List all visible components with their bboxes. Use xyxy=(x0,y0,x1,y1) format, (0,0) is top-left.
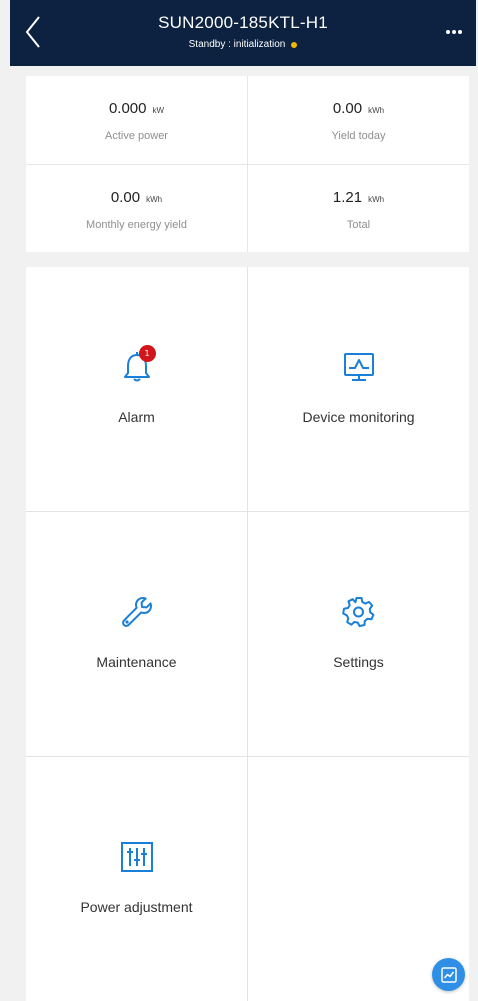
tile-power-adjustment[interactable]: Power adjustment xyxy=(26,757,247,1001)
device-status: Standby : initialization xyxy=(10,39,476,50)
trend-chart-icon xyxy=(440,966,457,983)
tile-label: Power adjustment xyxy=(80,899,193,915)
stat-value: 0.00 xyxy=(110,189,141,206)
stat-label: Total xyxy=(346,219,371,231)
energy-summary: 0.000 kW Active power 0.00 kWh Yield today… xyxy=(26,76,469,252)
stat-yield-today: 0.00 kWh Yield today xyxy=(248,76,469,164)
divider xyxy=(26,164,469,165)
stat-value: 0.00 xyxy=(332,100,363,117)
stat-unit: kWh xyxy=(368,195,385,204)
stat-label: Monthly energy yield xyxy=(86,219,187,231)
more-button[interactable] xyxy=(442,20,466,44)
function-grid: 1 Alarm Device monitoring Maintenance Se… xyxy=(26,267,469,1001)
stat-monthly-yield: 0.00 kWh Monthly energy yield xyxy=(26,165,247,253)
sliders-icon xyxy=(120,842,153,872)
page-title: SUN2000-185KTL-H1 xyxy=(158,13,328,32)
stat-unit: kW xyxy=(152,106,165,115)
tile-label: Alarm xyxy=(118,409,155,425)
stat-label: Yield today xyxy=(331,130,386,142)
tile-alarm[interactable]: 1 Alarm xyxy=(26,267,247,511)
tile-device-monitoring[interactable]: Device monitoring xyxy=(248,267,469,511)
status-dot xyxy=(291,41,298,48)
tile-label: Device monitoring xyxy=(302,409,415,425)
stat-unit: kWh xyxy=(368,106,385,115)
stat-value: 0.000 xyxy=(108,100,147,117)
status-text: Standby : initialization xyxy=(188,39,286,50)
monitor-icon xyxy=(343,353,374,381)
alarm-count-badge: 1 xyxy=(138,345,156,362)
stat-active-power: 0.000 kW Active power xyxy=(26,76,247,164)
gear-icon xyxy=(341,597,374,627)
app-header: SUN2000-185KTL-H1 Standby : initializati… xyxy=(10,0,476,66)
stat-total-yield: 1.21 kWh Total xyxy=(248,165,469,253)
stat-label: Active power xyxy=(105,130,168,142)
tile-maintenance[interactable]: Maintenance xyxy=(26,512,247,756)
tile-label: Maintenance xyxy=(96,654,177,670)
tile-label: Settings xyxy=(333,654,384,670)
wrench-icon xyxy=(121,597,152,627)
more-horizontal-icon xyxy=(446,30,462,34)
stat-unit: kWh xyxy=(146,195,163,204)
stat-value: 1.21 xyxy=(332,189,363,206)
tile-settings[interactable]: Settings xyxy=(248,512,469,756)
trend-chart-button[interactable] xyxy=(432,958,465,991)
